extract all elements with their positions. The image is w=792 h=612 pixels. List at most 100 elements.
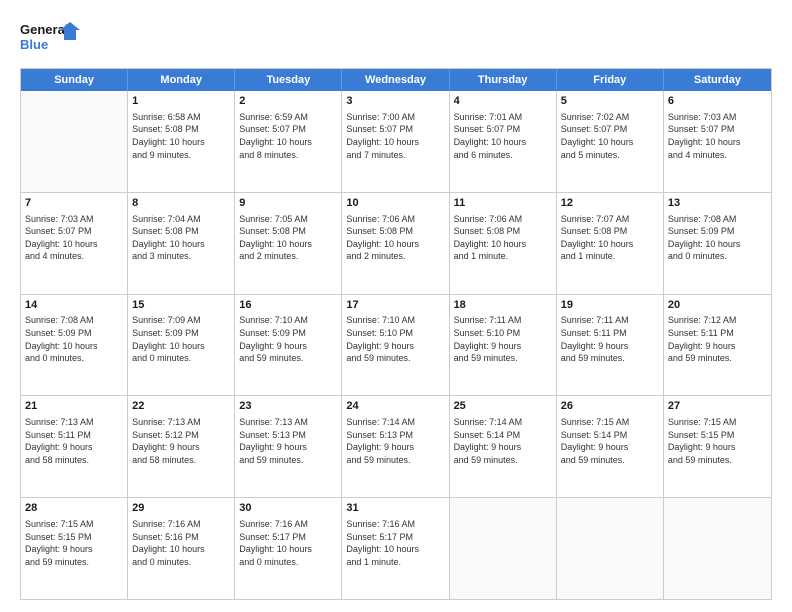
day-number: 16 bbox=[239, 298, 337, 313]
day-cell-7: 7Sunrise: 7:03 AM Sunset: 5:07 PM Daylig… bbox=[21, 193, 128, 294]
day-cell-27: 27 Sunrise: 7:15 AM Sunset: 5:15 PM Dayli… bbox=[664, 396, 771, 497]
logo: General Blue bbox=[20, 18, 80, 58]
day-info: Sunrise: 7:13 AM Sunset: 5:13 PM Dayligh… bbox=[239, 416, 337, 466]
calendar-body: 1 Sunrise: 6:58 AM Sunset: 5:08 PM Daylig… bbox=[21, 91, 771, 599]
day-cell-19: 19Sunrise: 7:11 AM Sunset: 5:11 PM Dayli… bbox=[557, 295, 664, 396]
calendar-row-3: 14Sunrise: 7:08 AM Sunset: 5:09 PM Dayli… bbox=[21, 294, 771, 396]
day-info: Sunrise: 7:11 AM Sunset: 5:10 PM Dayligh… bbox=[454, 314, 552, 364]
day-cell-12: 12Sunrise: 7:07 AM Sunset: 5:08 PM Dayli… bbox=[557, 193, 664, 294]
day-info: Sunrise: 7:15 AM Sunset: 5:15 PM Dayligh… bbox=[668, 416, 767, 466]
day-number: 28 bbox=[25, 501, 123, 516]
day-info: Sunrise: 7:00 AM Sunset: 5:07 PM Dayligh… bbox=[346, 111, 444, 161]
day-number: 8 bbox=[132, 196, 230, 211]
day-info: Sunrise: 7:16 AM Sunset: 5:17 PM Dayligh… bbox=[239, 518, 337, 568]
day-cell-1: 1 Sunrise: 6:58 AM Sunset: 5:08 PM Daylig… bbox=[128, 91, 235, 192]
day-cell-29: 29 Sunrise: 7:16 AM Sunset: 5:16 PM Dayli… bbox=[128, 498, 235, 599]
empty-cell bbox=[21, 91, 128, 192]
day-number: 5 bbox=[561, 94, 659, 109]
day-info: Sunrise: 7:04 AM Sunset: 5:08 PM Dayligh… bbox=[132, 213, 230, 263]
day-number: 4 bbox=[454, 94, 552, 109]
day-number: 13 bbox=[668, 196, 767, 211]
day-number: 15 bbox=[132, 298, 230, 313]
calendar-row-5: 28 Sunrise: 7:15 AM Sunset: 5:15 PM Dayli… bbox=[21, 497, 771, 599]
header: General Blue bbox=[20, 18, 772, 58]
day-info: Sunrise: 7:03 AM Sunset: 5:07 PM Dayligh… bbox=[25, 213, 123, 263]
day-cell-2: 2 Sunrise: 6:59 AM Sunset: 5:07 PM Daylig… bbox=[235, 91, 342, 192]
day-info: Sunrise: 7:06 AM Sunset: 5:08 PM Dayligh… bbox=[454, 213, 552, 263]
header-cell-sunday: Sunday bbox=[21, 69, 128, 91]
day-cell-8: 8 Sunrise: 7:04 AM Sunset: 5:08 PM Daylig… bbox=[128, 193, 235, 294]
day-info: Sunrise: 7:10 AM Sunset: 5:10 PM Dayligh… bbox=[346, 314, 444, 364]
day-info: Sunrise: 7:13 AM Sunset: 5:12 PM Dayligh… bbox=[132, 416, 230, 466]
day-cell-24: 24Sunrise: 7:14 AM Sunset: 5:13 PM Dayli… bbox=[342, 396, 449, 497]
header-cell-monday: Monday bbox=[128, 69, 235, 91]
day-info: Sunrise: 7:15 AM Sunset: 5:14 PM Dayligh… bbox=[561, 416, 659, 466]
day-info: Sunrise: 7:13 AM Sunset: 5:11 PM Dayligh… bbox=[25, 416, 123, 466]
day-cell-28: 28 Sunrise: 7:15 AM Sunset: 5:15 PM Dayli… bbox=[21, 498, 128, 599]
day-cell-17: 17Sunrise: 7:10 AM Sunset: 5:10 PM Dayli… bbox=[342, 295, 449, 396]
svg-text:Blue: Blue bbox=[20, 37, 48, 52]
day-number: 2 bbox=[239, 94, 337, 109]
day-info: Sunrise: 7:02 AM Sunset: 5:07 PM Dayligh… bbox=[561, 111, 659, 161]
day-number: 1 bbox=[132, 94, 230, 109]
day-number: 14 bbox=[25, 298, 123, 313]
day-info: Sunrise: 7:08 AM Sunset: 5:09 PM Dayligh… bbox=[668, 213, 767, 263]
header-cell-tuesday: Tuesday bbox=[235, 69, 342, 91]
day-info: Sunrise: 7:06 AM Sunset: 5:08 PM Dayligh… bbox=[346, 213, 444, 263]
day-cell-31: 31 Sunrise: 7:16 AM Sunset: 5:17 PM Dayli… bbox=[342, 498, 449, 599]
day-number: 31 bbox=[346, 501, 444, 516]
header-cell-wednesday: Wednesday bbox=[342, 69, 449, 91]
day-number: 10 bbox=[346, 196, 444, 211]
day-cell-30: 30 Sunrise: 7:16 AM Sunset: 5:17 PM Dayli… bbox=[235, 498, 342, 599]
day-cell-26: 26Sunrise: 7:15 AM Sunset: 5:14 PM Dayli… bbox=[557, 396, 664, 497]
day-cell-14: 14Sunrise: 7:08 AM Sunset: 5:09 PM Dayli… bbox=[21, 295, 128, 396]
calendar-row-2: 7Sunrise: 7:03 AM Sunset: 5:07 PM Daylig… bbox=[21, 192, 771, 294]
day-cell-20: 20Sunrise: 7:12 AM Sunset: 5:11 PM Dayli… bbox=[664, 295, 771, 396]
day-cell-25: 25Sunrise: 7:14 AM Sunset: 5:14 PM Dayli… bbox=[450, 396, 557, 497]
day-number: 9 bbox=[239, 196, 337, 211]
day-number: 30 bbox=[239, 501, 337, 516]
day-number: 17 bbox=[346, 298, 444, 313]
day-number: 19 bbox=[561, 298, 659, 313]
day-info: Sunrise: 7:12 AM Sunset: 5:11 PM Dayligh… bbox=[668, 314, 767, 364]
day-cell-16: 16Sunrise: 7:10 AM Sunset: 5:09 PM Dayli… bbox=[235, 295, 342, 396]
day-cell-22: 22Sunrise: 7:13 AM Sunset: 5:12 PM Dayli… bbox=[128, 396, 235, 497]
day-cell-21: 21 Sunrise: 7:13 AM Sunset: 5:11 PM Dayli… bbox=[21, 396, 128, 497]
day-info: Sunrise: 7:08 AM Sunset: 5:09 PM Dayligh… bbox=[25, 314, 123, 364]
day-info: Sunrise: 7:16 AM Sunset: 5:17 PM Dayligh… bbox=[346, 518, 444, 568]
day-info: Sunrise: 7:05 AM Sunset: 5:08 PM Dayligh… bbox=[239, 213, 337, 263]
day-number: 6 bbox=[668, 94, 767, 109]
day-info: Sunrise: 7:14 AM Sunset: 5:13 PM Dayligh… bbox=[346, 416, 444, 466]
day-info: Sunrise: 7:16 AM Sunset: 5:16 PM Dayligh… bbox=[132, 518, 230, 568]
calendar-row-1: 1 Sunrise: 6:58 AM Sunset: 5:08 PM Daylig… bbox=[21, 91, 771, 192]
calendar-header-row: SundayMondayTuesdayWednesdayThursdayFrid… bbox=[21, 69, 771, 91]
day-cell-5: 5 Sunrise: 7:02 AM Sunset: 5:07 PM Daylig… bbox=[557, 91, 664, 192]
empty-cell bbox=[450, 498, 557, 599]
empty-cell bbox=[557, 498, 664, 599]
day-cell-9: 9 Sunrise: 7:05 AM Sunset: 5:08 PM Daylig… bbox=[235, 193, 342, 294]
day-info: Sunrise: 7:15 AM Sunset: 5:15 PM Dayligh… bbox=[25, 518, 123, 568]
header-cell-friday: Friday bbox=[557, 69, 664, 91]
page: General Blue SundayMondayTuesdayWednesda… bbox=[0, 0, 792, 612]
day-number: 12 bbox=[561, 196, 659, 211]
header-cell-saturday: Saturday bbox=[664, 69, 771, 91]
day-number: 18 bbox=[454, 298, 552, 313]
day-cell-6: 6Sunrise: 7:03 AM Sunset: 5:07 PM Daylig… bbox=[664, 91, 771, 192]
calendar-row-4: 21 Sunrise: 7:13 AM Sunset: 5:11 PM Dayli… bbox=[21, 395, 771, 497]
day-info: Sunrise: 7:11 AM Sunset: 5:11 PM Dayligh… bbox=[561, 314, 659, 364]
day-info: Sunrise: 7:09 AM Sunset: 5:09 PM Dayligh… bbox=[132, 314, 230, 364]
day-cell-18: 18Sunrise: 7:11 AM Sunset: 5:10 PM Dayli… bbox=[450, 295, 557, 396]
day-number: 27 bbox=[668, 399, 767, 414]
empty-cell bbox=[664, 498, 771, 599]
header-cell-thursday: Thursday bbox=[450, 69, 557, 91]
day-number: 21 bbox=[25, 399, 123, 414]
day-number: 29 bbox=[132, 501, 230, 516]
day-info: Sunrise: 6:59 AM Sunset: 5:07 PM Dayligh… bbox=[239, 111, 337, 161]
day-number: 25 bbox=[454, 399, 552, 414]
day-info: Sunrise: 6:58 AM Sunset: 5:08 PM Dayligh… bbox=[132, 111, 230, 161]
day-info: Sunrise: 7:10 AM Sunset: 5:09 PM Dayligh… bbox=[239, 314, 337, 364]
day-number: 11 bbox=[454, 196, 552, 211]
logo-svg: General Blue bbox=[20, 18, 80, 58]
day-cell-11: 11 Sunrise: 7:06 AM Sunset: 5:08 PM Dayli… bbox=[450, 193, 557, 294]
calendar: SundayMondayTuesdayWednesdayThursdayFrid… bbox=[20, 68, 772, 600]
